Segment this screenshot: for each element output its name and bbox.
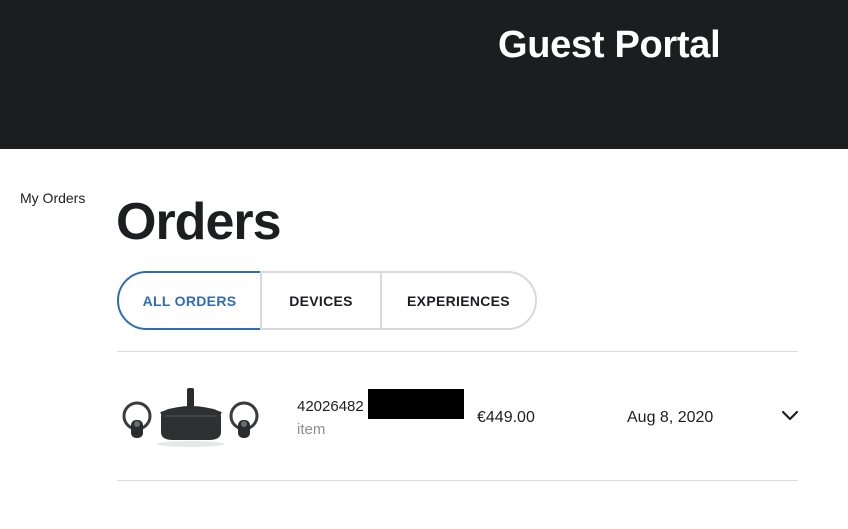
sidebar-item-my-orders[interactable]: My Orders — [20, 190, 85, 206]
order-filter-tabs: ALL ORDERS DEVICES EXPERIENCES — [117, 271, 537, 330]
redaction-bar — [368, 389, 464, 419]
order-row[interactable]: 42026482 item €449.00 Aug 8, 2020 — [117, 352, 801, 480]
order-type: item — [297, 421, 326, 438]
chevron-down-icon[interactable] — [779, 404, 801, 426]
site-header: Guest Portal — [0, 0, 848, 149]
vr-headset-icon — [122, 388, 259, 447]
order-date: Aug 8, 2020 — [627, 409, 714, 426]
tab-devices[interactable]: DEVICES — [260, 271, 382, 330]
order-id: 42026482 — [297, 398, 364, 415]
tab-experiences[interactable]: EXPERIENCES — [380, 271, 537, 330]
tab-all-orders[interactable]: ALL ORDERS — [117, 271, 262, 330]
page-title: Orders — [116, 193, 282, 251]
order-price: €449.00 — [477, 409, 535, 426]
divider — [117, 480, 798, 481]
header-title: Guest Portal — [498, 24, 721, 66]
